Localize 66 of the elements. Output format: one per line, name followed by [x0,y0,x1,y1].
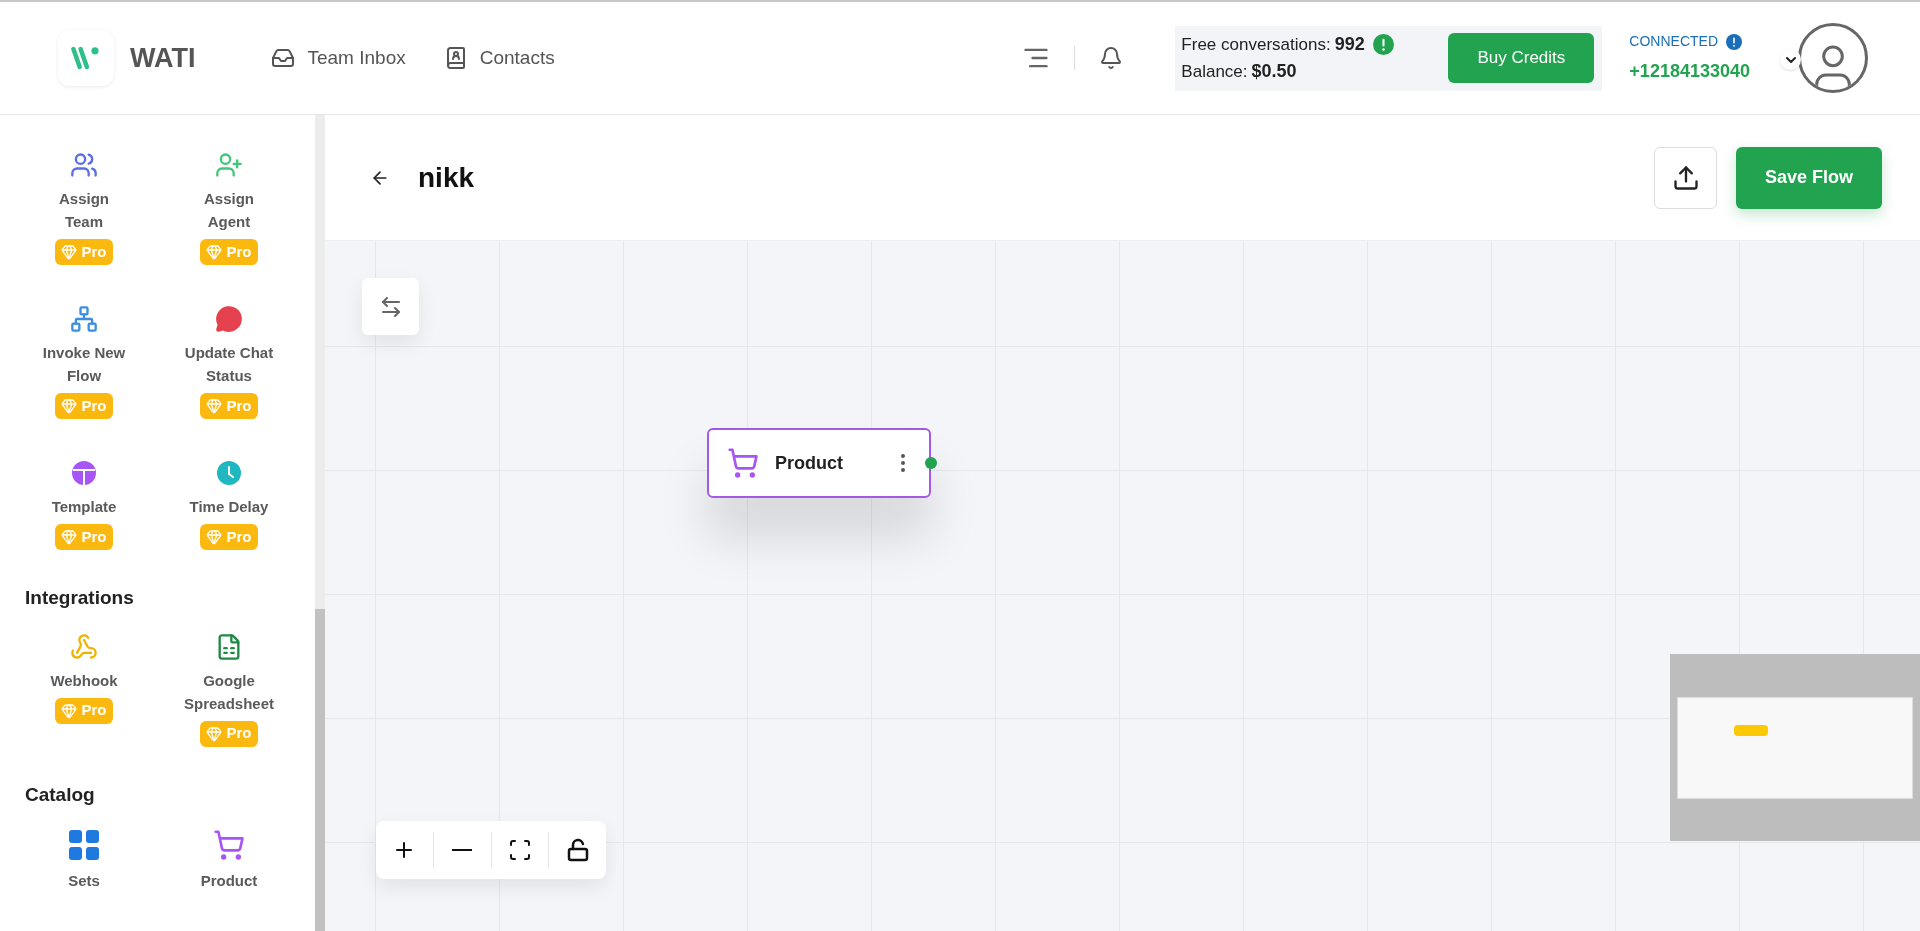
scrollbar-thumb[interactable] [315,609,325,931]
palette-item-label: Invoke New Flow [41,343,127,386]
connection-status: CONNECTED [1629,32,1719,51]
nav-link[interactable]: Team Inbox [271,43,406,73]
upload-icon [1671,163,1700,192]
palette-item-label: Time Delay [188,497,270,517]
brand-name: WATI [130,41,196,75]
node-palette-item[interactable]: Template Pro [25,459,143,550]
section-heading: Catalog [25,782,96,807]
palette-item-label: Assign Team [58,189,110,232]
nav-link[interactable]: Contacts [443,43,555,73]
balance-label: Balance: [1181,61,1248,83]
section-heading: Integrations [25,586,135,610]
node-palette-item[interactable]: Assign Team Pro [25,151,143,265]
chat-bubble-icon [215,305,243,333]
node-palette-item[interactable]: Invoke New Flow Pro [25,305,143,419]
node-palette-item[interactable]: Google Spreadsheet Pro [143,632,315,747]
palette-item-label: Product [199,871,259,891]
free-conversations-count: 992 [1334,33,1365,56]
inbox-icon [271,46,296,70]
phone-number: +12184133040 [1629,60,1750,83]
dropdown-toggle[interactable] [1780,49,1801,70]
expand-toggle[interactable] [362,278,419,335]
pro-badge: Pro [55,697,113,724]
export-button[interactable] [1654,146,1717,209]
node-label: Product [775,451,843,475]
fit-view-icon [507,838,532,862]
pro-badge: Pro [200,239,258,265]
users-icon [70,151,98,179]
node-palette-item[interactable]: Sets [25,829,143,892]
node-palette-item[interactable]: Assign Agent Pro [143,151,315,265]
avatar-icon[interactable] [1798,23,1868,93]
cart-icon [727,447,759,479]
palette-item-label: Webhook [49,670,119,691]
palette-item-label: Update Chat Status [184,343,274,386]
node-palette-item[interactable]: Product [143,829,315,892]
pro-badge: Pro [200,524,258,550]
palette-item-label: Template [50,497,118,517]
grid-icon [68,829,100,861]
node-palette-item[interactable]: Update Chat Status Pro [143,305,315,419]
cart-icon [213,829,245,861]
template-icon [70,459,98,487]
palette-item-label: Google Spreadsheet [184,670,274,714]
minus-icon [452,849,473,851]
palette-item-label: Sets [67,871,101,891]
notification-bell-icon[interactable] [1099,46,1124,70]
palette-item-label: Assign Agent [203,189,255,232]
webhook-icon [70,632,98,661]
user-plus-icon [215,151,243,179]
clock-icon [215,459,243,487]
minimap-node [1734,724,1768,736]
pro-badge: Pro [55,393,113,419]
balance-amount: $0.50 [1251,60,1297,83]
pro-badge: Pro [200,393,258,419]
info-icon [1726,33,1743,50]
pro-badge: Pro [55,239,113,265]
flow-title: nikk [418,160,475,195]
alert-icon [1372,34,1394,55]
flow-node[interactable]: Product [707,428,931,498]
pro-badge: Pro [55,524,113,550]
unlocked-padlock-icon [565,838,590,862]
free-conversations-label: Free conversations: [1181,34,1331,56]
node-palette-item[interactable]: Time Delay Pro [143,459,315,550]
hierarchy-icon [70,305,98,333]
pro-badge: Pro [200,720,258,747]
node-palette-item[interactable]: Webhook Pro [25,632,143,747]
